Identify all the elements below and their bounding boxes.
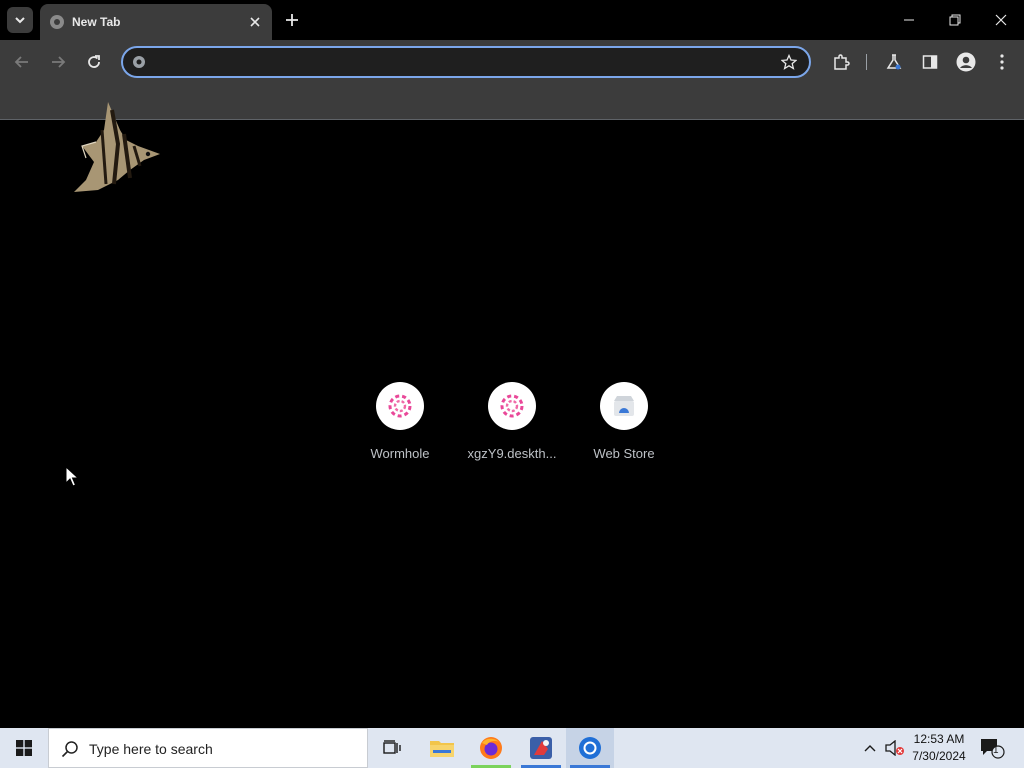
show-hidden-icons-button[interactable] bbox=[860, 728, 880, 768]
close-icon bbox=[995, 14, 1007, 26]
search-placeholder: Type here to search bbox=[89, 741, 213, 757]
plus-icon bbox=[286, 14, 298, 26]
chrome-icon bbox=[579, 737, 601, 759]
reload-button[interactable] bbox=[82, 50, 106, 74]
app-button[interactable] bbox=[517, 728, 565, 768]
shortcut-label: Wormhole bbox=[370, 446, 430, 461]
reload-icon bbox=[88, 55, 100, 68]
side-panel-button[interactable] bbox=[918, 50, 942, 74]
close-window-button[interactable] bbox=[978, 0, 1024, 40]
notifications-button[interactable]: 1 bbox=[978, 728, 1006, 768]
task-view-icon bbox=[383, 740, 401, 754]
clock[interactable]: 12:53 AM 7/30/2024 bbox=[908, 731, 970, 765]
shortcut-icon-circle bbox=[376, 382, 424, 430]
restore-button[interactable] bbox=[932, 0, 978, 40]
profile-button[interactable] bbox=[954, 50, 978, 74]
search-icon bbox=[61, 741, 78, 758]
shortcut-icon-circle bbox=[488, 382, 536, 430]
address-bar[interactable] bbox=[121, 46, 811, 78]
shortcut-xgzy9[interactable]: xgzY9.deskth... bbox=[456, 382, 568, 472]
wormhole-icon bbox=[388, 394, 412, 418]
firefox-button[interactable] bbox=[467, 728, 515, 768]
taskbar: Type here to search 12:53 AM 7/30/2024 1 bbox=[0, 728, 1024, 768]
notification-icon bbox=[981, 739, 1005, 759]
menu-button[interactable] bbox=[990, 50, 1014, 74]
taskbar-search-box[interactable]: Type here to search bbox=[48, 728, 368, 768]
arrow-right-icon bbox=[52, 56, 66, 68]
new-tab-button[interactable] bbox=[280, 8, 304, 32]
side-panel-icon bbox=[922, 55, 938, 69]
chevron-down-icon bbox=[15, 17, 25, 24]
tab-title: New Tab bbox=[72, 15, 121, 29]
restore-icon bbox=[949, 14, 961, 26]
labs-button[interactable] bbox=[882, 50, 906, 74]
forward-button[interactable] bbox=[46, 50, 70, 74]
extensions-button[interactable] bbox=[829, 50, 853, 74]
shortcut-icon-circle bbox=[600, 382, 648, 430]
chrome-favicon-icon bbox=[50, 15, 64, 29]
notification-count: 1 bbox=[993, 745, 999, 756]
minimize-button[interactable] bbox=[886, 0, 932, 40]
file-explorer-button[interactable] bbox=[418, 728, 466, 768]
angelfish-image bbox=[74, 102, 160, 192]
task-view-button[interactable] bbox=[368, 728, 416, 768]
more-vert-icon bbox=[1000, 54, 1004, 70]
minimize-icon bbox=[904, 19, 914, 21]
firefox-icon bbox=[480, 737, 502, 759]
start-button[interactable] bbox=[0, 728, 48, 768]
star-icon bbox=[781, 54, 797, 70]
web-store-icon bbox=[614, 396, 634, 416]
close-icon bbox=[250, 17, 260, 27]
puzzle-icon bbox=[834, 54, 850, 70]
new-tab-page: Wormhole xgzY9.deskth... Web Store bbox=[0, 102, 1024, 728]
clock-time: 12:53 AM bbox=[913, 732, 965, 746]
volume-muted-icon bbox=[885, 740, 904, 756]
clock-date: 7/30/2024 bbox=[912, 749, 966, 763]
tab-new-tab[interactable]: New Tab bbox=[40, 4, 272, 40]
tab-search-button[interactable] bbox=[7, 7, 33, 33]
chrome-logo-icon bbox=[133, 56, 145, 68]
volume-button[interactable] bbox=[884, 728, 906, 768]
back-button[interactable] bbox=[10, 50, 34, 74]
folder-icon bbox=[430, 741, 454, 757]
shortcut-web-store[interactable]: Web Store bbox=[568, 382, 680, 472]
flask-icon bbox=[886, 54, 902, 70]
shortcut-label: xgzY9.deskth... bbox=[467, 446, 557, 461]
chevron-up-icon bbox=[864, 745, 876, 752]
toolbar-divider bbox=[866, 54, 867, 70]
mouse-cursor-icon bbox=[65, 466, 79, 487]
wormhole-icon bbox=[500, 394, 524, 418]
bookmark-star-button[interactable] bbox=[779, 52, 799, 72]
shortcut-wormhole[interactable]: Wormhole bbox=[344, 382, 456, 472]
address-input[interactable] bbox=[155, 52, 759, 74]
arrow-left-icon bbox=[14, 56, 28, 68]
chrome-button[interactable] bbox=[566, 728, 614, 768]
windows-logo-icon bbox=[16, 740, 32, 756]
tab-strip: New Tab bbox=[0, 0, 1024, 40]
tab-close-button[interactable] bbox=[245, 12, 265, 32]
shortcut-label: Web Store bbox=[593, 446, 655, 461]
app-icon bbox=[530, 737, 552, 759]
browser-toolbar bbox=[0, 40, 1024, 84]
profile-avatar-icon bbox=[956, 52, 976, 72]
